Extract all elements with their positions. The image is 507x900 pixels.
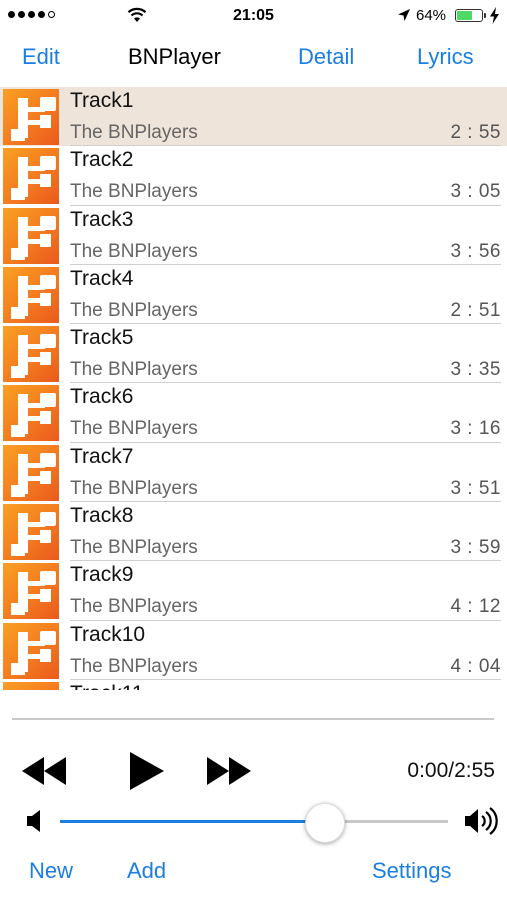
album-art-thumbnail (3, 681, 59, 690)
track-row[interactable]: Track4 The BNPlayers 2 : 51 (0, 265, 507, 325)
album-art-thumbnail (3, 148, 59, 205)
track-duration: 3 : 51 (450, 477, 501, 499)
track-artist: The BNPlayers (70, 299, 198, 321)
navigation-bar: Edit BNPlayer Detail Lyrics (0, 32, 507, 86)
charging-bolt-icon (490, 7, 499, 24)
detail-button[interactable]: Detail (298, 44, 354, 70)
track-title: Track8 (70, 504, 134, 528)
app-title: BNPlayer (128, 44, 221, 69)
speaker-high-icon (465, 807, 498, 835)
track-artist: The BNPlayers (70, 181, 198, 203)
track-artist: The BNPlayers (70, 655, 198, 677)
settings-button[interactable]: Settings (372, 858, 452, 884)
track-duration: 3 : 35 (450, 359, 501, 381)
track-title: Track4 (70, 266, 134, 290)
track-row[interactable]: Track1 The BNPlayers 2 : 55 (0, 87, 507, 147)
track-artist: The BNPlayers (70, 537, 198, 559)
track-title: Track2 (70, 148, 134, 172)
track-row[interactable]: Track10 The BNPlayers 4 : 04 (0, 621, 507, 680)
track-title: Track10 (70, 622, 146, 646)
location-arrow-icon (398, 9, 410, 21)
add-button[interactable]: Add (127, 858, 166, 884)
lyrics-button[interactable]: Lyrics (417, 44, 474, 70)
volume-slider[interactable] (60, 820, 448, 823)
album-art-thumbnail (3, 622, 59, 679)
album-art-thumbnail (3, 563, 59, 620)
battery-icon (455, 9, 483, 22)
battery-tip (484, 13, 486, 18)
track-title: Track7 (70, 444, 134, 468)
track-artist: The BNPlayers (70, 418, 198, 440)
track-title: Track3 (70, 207, 134, 231)
album-art-thumbnail (3, 504, 59, 561)
track-list[interactable]: Track1 The BNPlayers 2 : 55 Track2 The BNPla… (0, 87, 507, 690)
track-artist: The BNPlayers (70, 240, 198, 262)
edit-button[interactable]: Edit (22, 44, 60, 70)
track-artist: The BNPlayers (70, 596, 198, 618)
track-row[interactable]: Track5 The BNPlayers 3 : 35 (0, 324, 507, 384)
new-button[interactable]: New (29, 858, 73, 884)
track-row[interactable]: Track2 The BNPlayers 3 : 05 (0, 146, 507, 206)
track-row[interactable]: Track3 The BNPlayers 3 : 56 (0, 206, 507, 265)
track-title: Track5 (70, 326, 134, 350)
status-bar: 21:05 64% (0, 0, 507, 32)
track-duration: 3 : 59 (450, 537, 501, 559)
playback-progress-bar[interactable] (12, 718, 494, 720)
speaker-low-icon (27, 810, 40, 832)
track-row[interactable]: Track7 The BNPlayers 3 : 51 (0, 443, 507, 503)
track-duration: 2 : 51 (450, 299, 501, 321)
album-art-thumbnail (3, 266, 59, 323)
track-row[interactable]: Track11 (0, 680, 507, 690)
track-duration: 4 : 04 (450, 655, 501, 677)
track-row[interactable]: Track6 The BNPlayers 3 : 16 (0, 383, 507, 443)
track-duration: 3 : 05 (450, 181, 501, 203)
album-art-thumbnail (3, 444, 59, 501)
album-art-thumbnail (3, 385, 59, 442)
rewind-icon[interactable] (22, 757, 68, 785)
track-row[interactable]: Track8 The BNPlayers 3 : 59 (0, 502, 507, 562)
volume-fill (60, 820, 324, 823)
album-art-thumbnail (3, 89, 59, 145)
track-title: Track9 (70, 563, 134, 587)
battery-percent: 64% (416, 7, 447, 24)
track-duration: 3 : 56 (450, 240, 501, 262)
track-title: Track6 (70, 385, 134, 409)
track-artist: The BNPlayers (70, 122, 198, 143)
volume-knob[interactable] (304, 803, 345, 843)
track-artist: The BNPlayers (70, 359, 198, 381)
track-title: Track1 (70, 89, 134, 112)
time-display: 0:00/2:55 (407, 759, 495, 782)
play-icon[interactable] (128, 751, 166, 791)
track-duration: 4 : 12 (450, 596, 501, 618)
track-row[interactable]: Track9 The BNPlayers 4 : 12 (0, 561, 507, 621)
track-artist: The BNPlayers (70, 477, 198, 499)
album-art-thumbnail (3, 207, 59, 264)
fast-forward-icon[interactable] (205, 757, 251, 785)
track-duration: 3 : 16 (450, 418, 501, 440)
album-art-thumbnail (3, 326, 59, 383)
track-duration: 2 : 55 (450, 122, 501, 143)
track-title: Track11 (70, 682, 144, 690)
